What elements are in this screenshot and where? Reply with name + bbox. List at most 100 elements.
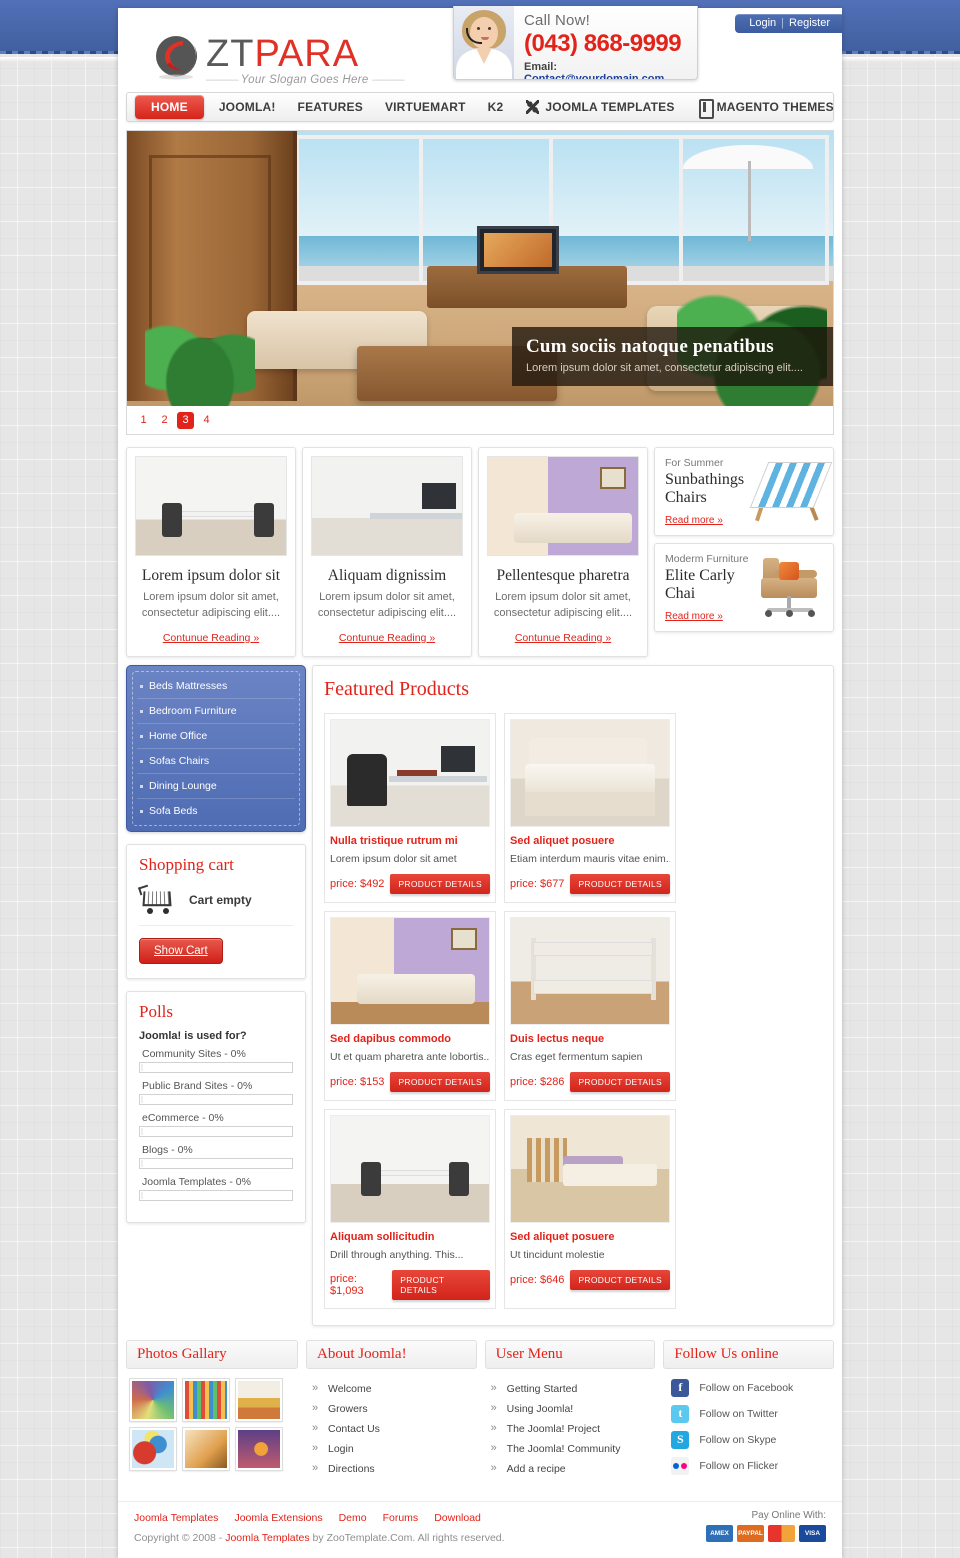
product-name-3[interactable]: Sed dapibus commodo <box>330 1033 490 1045</box>
side-promo-elite-chair[interactable]: Moderm Furniture Elite Carly Chai Read m… <box>654 543 834 632</box>
logo-text: ZTPARA ——— Your Slogan Goes Here ——— <box>206 32 405 87</box>
about-joomla-title: About Joomla! <box>306 1339 477 1369</box>
footer-link-joomla-templates[interactable]: Joomla Templates <box>134 1512 218 1524</box>
about-item-growers[interactable]: Growers <box>312 1399 477 1419</box>
about-item-welcome[interactable]: Welcome <box>312 1379 477 1399</box>
product-name-1[interactable]: Nulla tristique rutrum mi <box>330 835 490 847</box>
sidebar-item-sofa-beds[interactable]: Sofa Beds <box>137 799 295 823</box>
user-menu-item-add-a-recipe[interactable]: Add a recipe <box>491 1459 656 1479</box>
user-menu-item-using-joomla[interactable]: Using Joomla! <box>491 1399 656 1419</box>
product-card-5[interactable]: Aliquam sollicitudin Drill through anyth… <box>324 1108 496 1309</box>
promo-card-3[interactable]: Pellentesque pharetra Lorem ipsum dolor … <box>478 447 648 657</box>
gallery-thumb-6[interactable] <box>235 1426 283 1471</box>
promo-card-1[interactable]: Lorem ipsum dolor sit Lorem ipsum dolor … <box>126 447 296 657</box>
user-menu-item-getting-started[interactable]: Getting Started <box>491 1379 656 1399</box>
copyright-brand[interactable]: Joomla Templates <box>225 1532 309 1544</box>
hero-slider[interactable]: Cum sociis natoque penatibus Lorem ipsum… <box>126 130 834 435</box>
gallery-thumb-5[interactable] <box>182 1426 230 1471</box>
email-address[interactable]: Contact@yourdomain.com <box>524 73 664 79</box>
footer-link-download[interactable]: Download <box>434 1512 481 1524</box>
product-details-button-5[interactable]: PRODUCT DETAILS <box>392 1269 490 1300</box>
poll-option-label-2: Public Brand Sites - 0% <box>142 1079 253 1092</box>
product-details-button-6[interactable]: PRODUCT DETAILS <box>570 1269 670 1290</box>
poll-bar-5 <box>139 1189 293 1201</box>
show-cart-button[interactable]: Show Cart <box>139 937 223 964</box>
joomla-icon <box>525 99 540 115</box>
sidebar-item-sofas-chairs[interactable]: Sofas Chairs <box>137 749 295 774</box>
user-menu-item-joomla-project[interactable]: The Joomla! Project <box>491 1419 656 1439</box>
product-details-button-1[interactable]: PRODUCT DETAILS <box>390 873 490 894</box>
promo-thumb-2 <box>311 456 463 556</box>
sidebar-item-home-office[interactable]: Home Office <box>137 724 295 749</box>
product-details-button-3[interactable]: PRODUCT DETAILS <box>390 1071 490 1092</box>
product-card-4[interactable]: Duis lectus neque Cras eget fermentum sa… <box>504 910 676 1101</box>
photos-gallery-title: Photos Gallary <box>126 1339 298 1369</box>
product-card-1[interactable]: Nulla tristique rutrum mi Lorem ipsum do… <box>324 712 496 903</box>
social-row-facebook[interactable]: f Follow on Facebook <box>671 1378 834 1397</box>
sidebar-item-dining-lounge[interactable]: Dining Lounge <box>137 774 295 799</box>
promo-title-2: Aliquam dignissim <box>327 567 447 584</box>
product-image-4 <box>510 916 670 1025</box>
product-name-4[interactable]: Duis lectus neque <box>510 1033 670 1045</box>
twitter-icon: t <box>671 1404 690 1423</box>
sidebar-item-bedroom-furniture[interactable]: Bedroom Furniture <box>137 699 295 724</box>
promo-more-1[interactable]: Contunue Reading » <box>135 632 287 644</box>
slide-caption: Cum sociis natoque penatibus Lorem ipsum… <box>512 327 833 386</box>
gallery-thumb-1[interactable] <box>129 1377 177 1422</box>
nav-item-joomla[interactable]: JOOMLA! <box>208 94 287 120</box>
side-promo-more-2[interactable]: Read more » <box>665 611 723 622</box>
slider-page-4[interactable]: 4 <box>198 412 215 429</box>
side-promo-more-1[interactable]: Read more » <box>665 515 723 526</box>
category-menu: Beds Mattresses Bedroom Furniture Home O… <box>126 664 306 832</box>
footer-link-joomla-extensions[interactable]: Joomla Extensions <box>234 1512 322 1524</box>
promo-more-2[interactable]: Contunue Reading » <box>311 632 463 644</box>
featured-products-title: Featured Products <box>324 677 469 700</box>
gallery-thumb-4[interactable] <box>129 1426 177 1471</box>
promo-more-3[interactable]: Contunue Reading » <box>487 632 639 644</box>
user-menu-item-joomla-community[interactable]: The Joomla! Community <box>491 1439 656 1459</box>
slider-page-2[interactable]: 2 <box>156 412 173 429</box>
promo-card-2[interactable]: Aliquam dignissim Lorem ipsum dolor sit … <box>302 447 472 657</box>
product-price-2: price: $677 <box>510 877 565 890</box>
product-image-3 <box>330 916 490 1025</box>
promo-articles: Lorem ipsum dolor sit Lorem ipsum dolor … <box>126 447 648 657</box>
register-link[interactable]: Register <box>789 17 830 29</box>
nav-item-home[interactable]: HOME <box>135 95 204 119</box>
social-row-skype[interactable]: S Follow on Skype <box>671 1430 834 1449</box>
photos-gallery-module: Photos Gallary <box>126 1339 298 1483</box>
promo-title-1: Lorem ipsum dolor sit <box>141 567 281 584</box>
product-desc-6: Ut tincidunt molestie <box>510 1248 605 1261</box>
product-name-2[interactable]: Sed aliquet posuere <box>510 835 670 847</box>
about-item-login[interactable]: Login <box>312 1439 477 1459</box>
nav-item-joomla-templates[interactable]: JOOMLA TEMPLATES <box>514 93 685 121</box>
footer-link-forums[interactable]: Forums <box>383 1512 419 1524</box>
footer-link-demo[interactable]: Demo <box>339 1512 367 1524</box>
product-card-2[interactable]: Sed aliquet posuere Etiam interdum mauri… <box>504 712 676 903</box>
slider-page-3[interactable]: 3 <box>177 411 194 429</box>
about-item-directions[interactable]: Directions <box>312 1459 477 1479</box>
product-card-6[interactable]: Sed aliquet posuere Ut tincidunt molesti… <box>504 1108 676 1309</box>
about-item-contact-us[interactable]: Contact Us <box>312 1419 477 1439</box>
slider-page-1[interactable]: 1 <box>135 412 152 429</box>
nav-item-virtuemart[interactable]: VIRTUEMART <box>374 94 477 120</box>
social-row-twitter[interactable]: t Follow on Twitter <box>671 1404 834 1423</box>
gallery-thumb-2[interactable] <box>182 1377 230 1422</box>
facebook-icon: f <box>671 1378 690 1397</box>
main-navigation: HOME JOOMLA! FEATURES VIRTUEMART K2 JOOM… <box>126 92 834 122</box>
nav-item-k2[interactable]: K2 <box>477 94 515 120</box>
side-promo-sunbathing[interactable]: For Summer Sunbathings Chairs Read more … <box>654 447 834 536</box>
nav-item-features[interactable]: FEATURES <box>287 94 374 120</box>
account-separator: | <box>781 17 785 29</box>
social-row-flickr[interactable]: Follow on Flicker <box>671 1456 834 1475</box>
product-name-6[interactable]: Sed aliquet posuere <box>510 1231 670 1243</box>
nav-item-magento-themes[interactable]: MAGENTO THEMES <box>686 93 845 121</box>
login-link[interactable]: Login <box>749 17 776 29</box>
call-now-box: Call Now! (043) 868-9999 Email: Contact@… <box>453 6 698 80</box>
product-name-5[interactable]: Aliquam sollicitudin <box>330 1231 490 1243</box>
sidebar-item-beds-mattresses[interactable]: Beds Mattresses <box>137 674 295 699</box>
promo-text-2: Lorem ipsum dolor sit amet, consectetur … <box>317 591 457 619</box>
gallery-thumb-3[interactable] <box>235 1377 283 1422</box>
product-details-button-2[interactable]: PRODUCT DETAILS <box>570 873 670 894</box>
product-card-3[interactable]: Sed dapibus commodo Ut et quam pharetra … <box>324 910 496 1101</box>
product-details-button-4[interactable]: PRODUCT DETAILS <box>570 1071 670 1092</box>
